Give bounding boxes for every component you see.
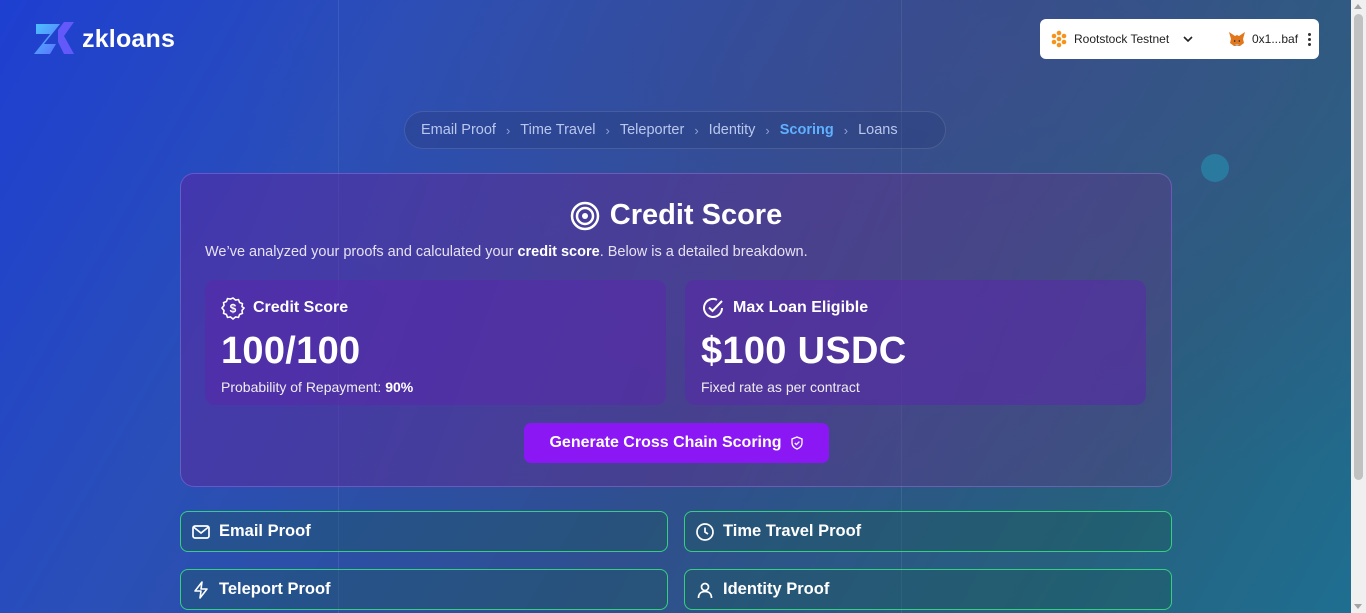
max-loan-stat: Max Loan Eligible $100 USDC Fixed rate a… <box>685 280 1146 405</box>
brand-logo[interactable]: zkloans <box>34 20 175 58</box>
scroll-up-arrow[interactable] <box>1354 4 1362 9</box>
credit-score-card: Credit Score We’ve analyzed your proofs … <box>180 173 1172 487</box>
max-loan-value: $100 USDC <box>701 330 907 372</box>
credit-score-value: 100/100 <box>221 330 361 372</box>
zk-logo-icon <box>34 22 74 54</box>
breadcrumb-item-scoring[interactable]: Scoring <box>780 122 834 138</box>
breadcrumb-separator-icon: › <box>843 122 849 138</box>
svg-text:$: $ <box>230 302 237 316</box>
credit-score-label: Credit Score <box>253 299 349 316</box>
lightning-icon <box>194 580 208 599</box>
account-button[interactable]: 0x1...baf <box>1228 31 1298 47</box>
scroll-down-arrow[interactable] <box>1354 604 1362 609</box>
time-travel-proof-tile[interactable]: Time Travel Proof <box>684 511 1172 552</box>
network-selector[interactable]: Rootstock Testnet <box>1040 30 1210 48</box>
user-icon <box>697 582 713 598</box>
card-title-text: Credit Score <box>609 199 783 231</box>
target-icon <box>570 201 600 230</box>
shield-check-icon <box>790 436 803 450</box>
decorative-dot <box>1201 154 1229 182</box>
identity-proof-tile[interactable]: Identity Proof <box>684 569 1172 610</box>
card-title: Credit Score <box>181 199 1171 232</box>
email-proof-tile[interactable]: Email Proof <box>180 511 668 552</box>
proof-label: Time Travel Proof <box>723 522 862 540</box>
proof-label: Email Proof <box>219 522 311 540</box>
breadcrumb-separator-icon: › <box>765 122 770 138</box>
teleport-proof-tile[interactable]: Teleport Proof <box>180 569 668 610</box>
rate-note: Fixed rate as per contract <box>701 379 860 395</box>
dollar-badge-icon: $ <box>221 297 245 320</box>
clock-icon <box>696 522 714 541</box>
vertical-scrollbar[interactable] <box>1351 0 1366 613</box>
breadcrumb-item-identity[interactable]: Identity <box>709 122 756 138</box>
account-address: 0x1...baf <box>1252 32 1299 46</box>
subtitle-text-end: . Below is a detailed breakdown. <box>599 244 808 260</box>
proof-label: Teleport Proof <box>219 580 331 598</box>
proof-label: Identity Proof <box>723 580 830 598</box>
card-subtitle: We’ve analyzed your proofs and calculate… <box>205 244 808 260</box>
wallet-widget: Rootstock Testnet 0x1...baf <box>1040 19 1319 59</box>
generate-button-label: Generate Cross Chain Scoring <box>549 434 782 451</box>
brand-name: zkloans <box>82 24 176 53</box>
subtitle-emphasis: credit score <box>517 244 600 260</box>
breadcrumb-separator-icon: › <box>694 122 699 138</box>
breadcrumb-item-email-proof[interactable]: Email Proof <box>421 122 496 138</box>
repayment-value: 90% <box>385 379 414 395</box>
breadcrumb-item-teleporter[interactable]: Teleporter <box>620 122 684 138</box>
breadcrumb-separator-icon: › <box>605 122 610 138</box>
more-options-icon[interactable] <box>1308 32 1312 46</box>
mail-icon <box>192 524 210 539</box>
credit-score-stat: $ Credit Score 100/100 Probability of Re… <box>205 280 666 405</box>
metamask-fox-icon <box>1229 32 1245 46</box>
generate-cross-chain-scoring-button[interactable]: Generate Cross Chain Scoring <box>524 423 829 463</box>
rootstock-icon <box>1051 30 1067 48</box>
breadcrumb-item-time-travel[interactable]: Time Travel <box>520 122 595 138</box>
max-loan-label: Max Loan Eligible <box>733 299 869 316</box>
repayment-label: Probability of Repayment: <box>221 379 386 395</box>
repayment-probability: Probability of Repayment: 90% <box>221 379 650 395</box>
check-circle-icon <box>703 297 723 318</box>
chevron-down-icon <box>1183 36 1193 43</box>
subtitle-text: We’ve analyzed your proofs and calculate… <box>205 244 518 260</box>
network-name: Rootstock Testnet <box>1074 32 1170 46</box>
scrollbar-thumb[interactable] <box>1354 14 1363 480</box>
breadcrumb-item-loans[interactable]: Loans <box>858 122 898 138</box>
breadcrumb-separator-icon: › <box>505 122 511 138</box>
breadcrumb: Email Proof › Time Travel › Teleporter › Ident… <box>404 111 946 149</box>
